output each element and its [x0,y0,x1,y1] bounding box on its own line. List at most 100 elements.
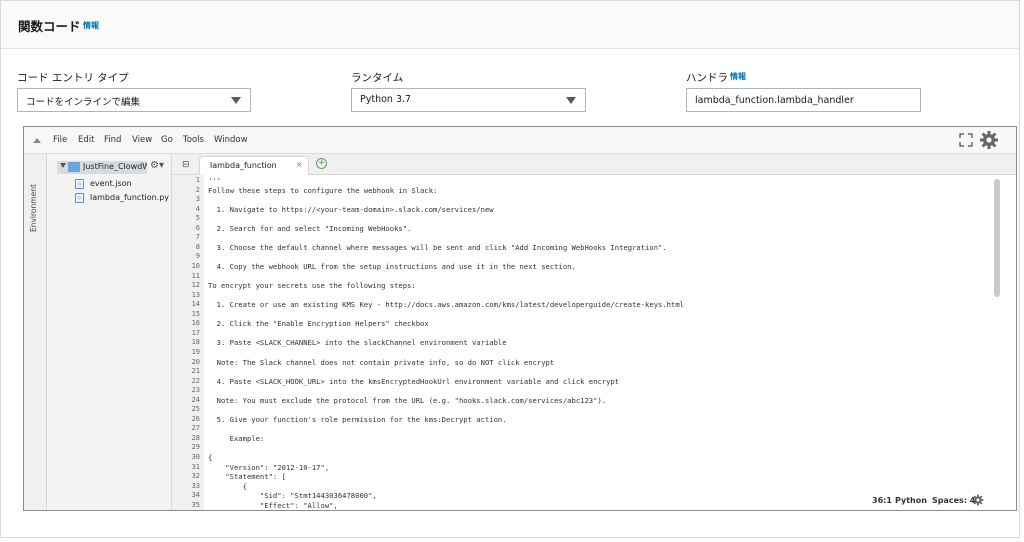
line-number: 23 [191,386,200,395]
environment-tab-label: Environment [29,184,38,232]
line-number: 30 [191,453,200,461]
environment-side-tab[interactable]: Environment [24,154,47,510]
line-number: 24 [191,395,200,404]
line-number: 32 [191,472,200,481]
tree-root-label[interactable]: JustFine_ClowdW [83,162,147,171]
code-line[interactable]: { [208,453,212,463]
indent-setting[interactable]: Spaces: 4 [932,496,975,505]
code-line[interactable]: 3. Paste <SLACK_CHANNEL> into the slackC… [208,338,507,348]
line-number: 14 [191,300,200,309]
line-number: 26 [191,414,200,423]
code-line[interactable]: "Statement": [ [208,472,286,482]
code-line[interactable]: Note: You must exclude the protocol from… [208,396,606,406]
tree-file-lambda-function[interactable]: lambda_function.py [90,193,169,202]
code-line[interactable]: Note: The Slack channel does not contain… [208,358,555,368]
line-number: 7 [195,233,200,242]
code-line[interactable]: "Version": "2012-10-17", [208,463,329,473]
line-number: 4 [195,204,200,213]
code-line[interactable]: 4. Copy the webhook URL from the setup i… [208,262,576,272]
handler-input[interactable] [686,88,921,112]
handler-label: ハンドラ [686,72,728,84]
line-number: 16 [191,319,200,328]
caret-down-icon[interactable] [60,163,66,168]
entry-type-select[interactable]: コードをインラインで編集 [17,88,251,112]
code-line[interactable]: ''' [208,176,221,186]
code-line[interactable]: 4. Paste <SLACK_HOOK_URL> into the kmsEn… [208,377,619,387]
line-number: 19 [191,347,200,356]
code-line[interactable]: Follow these steps to configure the webh… [208,186,437,196]
tab-list-icon[interactable]: ⊟ [182,160,190,170]
runtime-value: Python 3.7 [360,94,412,105]
line-number: 1 [195,176,200,184]
menu-edit[interactable]: Edit [78,135,94,145]
menu-file[interactable]: File [53,135,67,145]
line-number: 6 [195,223,200,232]
line-number: 18 [191,338,200,347]
tab-label: lambda_function [210,161,277,170]
line-number: 8 [195,242,200,251]
scrollbar-thumb[interactable] [994,179,1000,297]
line-number: 17 [191,328,200,337]
file-tree [47,154,172,510]
line-number: 27 [191,424,200,433]
code-line[interactable]: 1. Navigate to https://<your-team-domain… [208,205,494,215]
file-icon: ◇ [75,179,84,189]
entry-type-label: コード エントリ タイプ [17,72,129,84]
code-line[interactable]: 5. Give your function's role permission … [208,415,507,425]
menu-find[interactable]: Find [104,135,121,145]
gear-icon[interactable] [979,130,999,150]
menu-tools[interactable]: Tools [183,135,204,145]
folder-icon [68,162,80,172]
line-number: 13 [191,290,200,299]
language-mode[interactable]: Python [895,496,927,505]
file-icon: ◇ [75,193,84,203]
line-number: 15 [191,309,200,318]
line-number: 22 [191,376,200,385]
runtime-select[interactable]: Python 3.7 [351,88,586,112]
line-number: 2 [195,185,200,194]
info-link[interactable]: 情報 [83,20,99,31]
collapse-caret-icon[interactable] [33,138,41,143]
line-number: 35 [191,500,200,509]
line-number: 20 [191,357,200,366]
close-icon[interactable]: × [296,160,303,169]
code-line[interactable]: "Effect": "Allow", [208,501,338,510]
code-line[interactable]: "Sid": "Stmt1443036478000", [208,491,377,501]
code-line[interactable]: { [208,482,247,492]
code-line[interactable]: Example: [208,434,265,444]
gear-icon[interactable] [972,494,984,506]
line-number: 10 [191,261,200,270]
menu-window[interactable]: Window [214,135,248,145]
code-line[interactable]: To encrypt your secrets use the followin… [208,281,416,291]
menu-go[interactable]: Go [161,135,173,145]
line-number: 34 [191,491,200,500]
line-number: 29 [191,443,200,452]
runtime-label: ランタイム [351,72,404,84]
line-number: 12 [191,281,200,290]
editor-menubar: File Edit Find View Go Tools Window [24,127,1016,154]
caret-down-icon [566,97,576,104]
menu-view[interactable]: View [132,135,152,145]
code-editor: File Edit Find View Go Tools Window Envi… [23,126,1017,511]
line-number: 3 [195,195,200,204]
line-number: 31 [191,462,200,471]
line-number: 33 [191,481,200,490]
code-line[interactable]: 1. Create or use an existing KMS Key - h… [208,300,684,310]
caret-down-icon [231,97,241,104]
panel-header: 関数コード 情報 [1,1,1019,49]
cursor-position[interactable]: 36:1 [872,496,892,505]
code-line[interactable]: 2. Click the "Enable Encryption Helpers"… [208,319,429,329]
tree-gear-icon[interactable]: ⚙▾ [150,160,164,171]
entry-type-value: コードをインラインで編集 [26,97,141,108]
code-line[interactable]: 3. Choose the default channel where mess… [208,243,667,253]
line-number: 21 [191,367,200,375]
add-tab-icon[interactable]: + [316,158,327,169]
handler-info-link[interactable]: 情報 [730,71,746,82]
line-number: 11 [191,271,200,280]
fullscreen-icon[interactable] [959,133,973,147]
line-number: 28 [191,433,200,442]
code-line[interactable]: 2. Search for and select "Incoming WebHo… [208,224,412,234]
panel-title: 関数コード [18,19,81,34]
tree-file-event-json[interactable]: event.json [90,179,132,188]
line-number: 5 [195,214,200,223]
